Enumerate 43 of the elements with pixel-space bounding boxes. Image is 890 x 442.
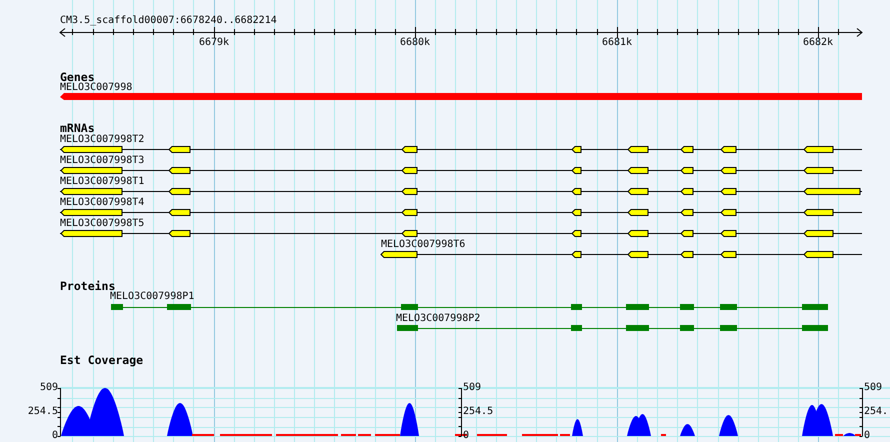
region-title: CM3.5_scaffold00007:6678240..6682214 — [60, 15, 277, 27]
axis-label: 254.5 — [28, 406, 58, 418]
coverage-peak — [167, 403, 193, 436]
transcript-drawing[interactable] — [60, 167, 862, 174]
coverage-peak — [400, 403, 419, 436]
gene-label: MELO3C007998 — [60, 82, 132, 94]
axis-label: 509 — [864, 382, 882, 394]
protein-label: MELO3C007998P2 — [396, 313, 480, 325]
ruler-label: 6680k — [400, 37, 430, 49]
coverage-peak — [572, 419, 583, 436]
transcript-label: MELO3C007998T1 — [60, 176, 144, 188]
protein-drawing[interactable] — [110, 304, 828, 310]
y-axis — [458, 388, 462, 437]
ruler-label: 6682k — [802, 37, 834, 49]
transcript-drawing[interactable] — [60, 188, 862, 195]
y-axis — [859, 388, 863, 437]
transcript-drawing[interactable] — [60, 209, 862, 216]
y-axis — [57, 388, 61, 437]
transcript-label: MELO3C007998T6 — [381, 239, 466, 251]
axis-label: 0 — [864, 430, 870, 442]
transcript-label: MELO3C007998T4 — [60, 197, 144, 209]
coverage-peak — [719, 415, 738, 436]
transcript-label: MELO3C007998T5 — [60, 218, 144, 230]
transcript-drawing[interactable] — [60, 146, 862, 153]
track-heading: mRNAs — [60, 122, 95, 135]
protein-label: MELO3C007998P1 — [110, 291, 194, 303]
axis-label: 254.5 — [463, 406, 494, 418]
track-heading: Genes — [60, 71, 95, 84]
axis-label: 509 — [463, 382, 482, 394]
transcript-drawing[interactable] — [380, 251, 862, 258]
transcript-label: MELO3C007998T3 — [60, 155, 144, 167]
axis-label: 509 — [40, 382, 58, 394]
transcript-drawing[interactable] — [60, 230, 862, 237]
protein-drawing[interactable] — [396, 325, 828, 331]
track-heading: Est Coverage — [60, 354, 144, 367]
coverage-peak — [680, 424, 695, 436]
axis-label: 0 — [52, 430, 58, 442]
coverage-peak — [843, 433, 856, 436]
axis-label: 254. — [864, 406, 888, 418]
transcript-label: MELO3C007998T2 — [60, 134, 144, 146]
ruler-label: 6681k — [602, 37, 632, 49]
ruler-label: 6679k — [198, 37, 230, 49]
track-heading: Proteins — [60, 280, 116, 293]
